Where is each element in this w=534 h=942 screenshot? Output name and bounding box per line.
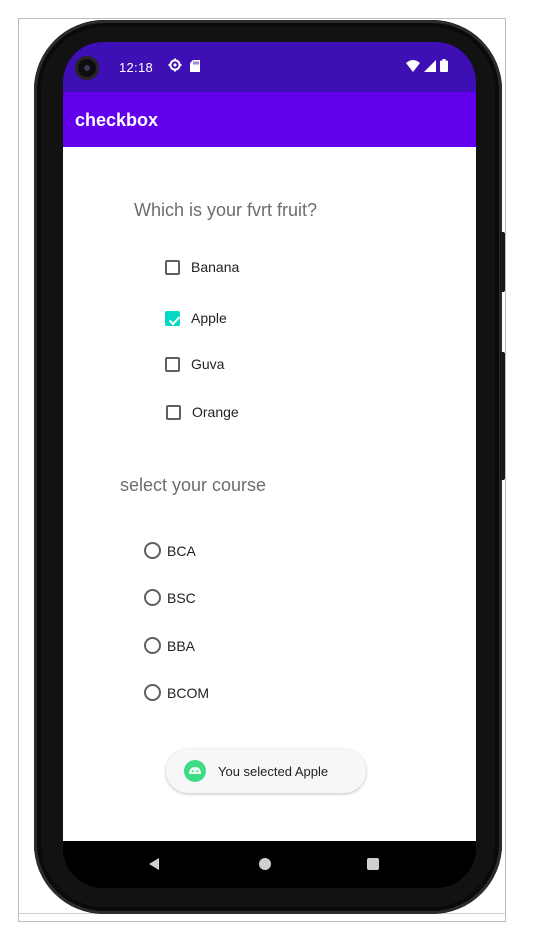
wifi-icon <box>406 59 420 77</box>
checkbox-box-checked[interactable] <box>165 310 181 326</box>
back-icon[interactable] <box>149 858 159 870</box>
android-icon <box>184 760 206 782</box>
radio-bca[interactable]: BCA <box>144 542 196 559</box>
course-question: select your course <box>120 475 267 495</box>
front-camera-icon <box>75 56 99 80</box>
radio-label: BCA <box>167 542 196 559</box>
radio-label: BBA <box>167 637 196 654</box>
radio-button[interactable] <box>144 589 161 606</box>
status-time: 12:18 <box>119 60 154 75</box>
radio-button[interactable] <box>144 542 161 559</box>
status-bar: 12:18 <box>63 42 476 92</box>
signal-icon <box>424 59 436 77</box>
power-button <box>500 352 505 480</box>
checkbox-label: Apple <box>191 310 227 326</box>
radio-bsc[interactable]: BSC <box>144 589 196 606</box>
app-bar: checkbox <box>63 92 476 147</box>
fruit-question: Which is your fvrt fruit? <box>134 200 318 220</box>
checkbox-orange[interactable]: Orange <box>166 404 239 420</box>
toast: You selected Apple <box>166 749 366 793</box>
nav-bar <box>63 841 476 888</box>
app-title: checkbox <box>75 110 159 130</box>
status-icons-left <box>168 58 200 77</box>
checkbox-label: Guva <box>191 356 225 372</box>
toast-message: You selected Apple <box>218 763 329 779</box>
sd-card-icon <box>190 59 200 77</box>
radio-button[interactable] <box>144 637 161 654</box>
checkbox-label: Banana <box>191 259 240 275</box>
status-icons-right <box>406 59 448 77</box>
main-content: Which is your fvrt fruit? Banana Apple G… <box>63 147 476 841</box>
checkmark-icon <box>168 315 181 325</box>
home-icon[interactable] <box>259 858 271 870</box>
phone-screen: 12:18 checkbox Which is your fvrt fruit?… <box>63 42 476 888</box>
radio-label: BSC <box>167 589 196 606</box>
checkbox-guva[interactable]: Guva <box>165 356 224 372</box>
checkbox-box[interactable] <box>165 259 180 275</box>
checkbox-box[interactable] <box>165 356 180 372</box>
radio-bba[interactable]: BBA <box>144 637 195 654</box>
checkbox-banana[interactable]: Banana <box>165 259 239 275</box>
radio-bcom[interactable]: BCOM <box>144 684 209 701</box>
recents-icon[interactable] <box>367 858 379 870</box>
checkbox-apple[interactable]: Apple <box>165 310 227 326</box>
radio-button[interactable] <box>144 684 161 701</box>
radio-label: BCOM <box>167 684 209 701</box>
checkbox-label: Orange <box>192 404 239 420</box>
settings-icon <box>168 58 182 77</box>
battery-icon <box>440 59 448 77</box>
checkbox-box[interactable] <box>166 404 181 420</box>
volume-button <box>500 232 505 292</box>
